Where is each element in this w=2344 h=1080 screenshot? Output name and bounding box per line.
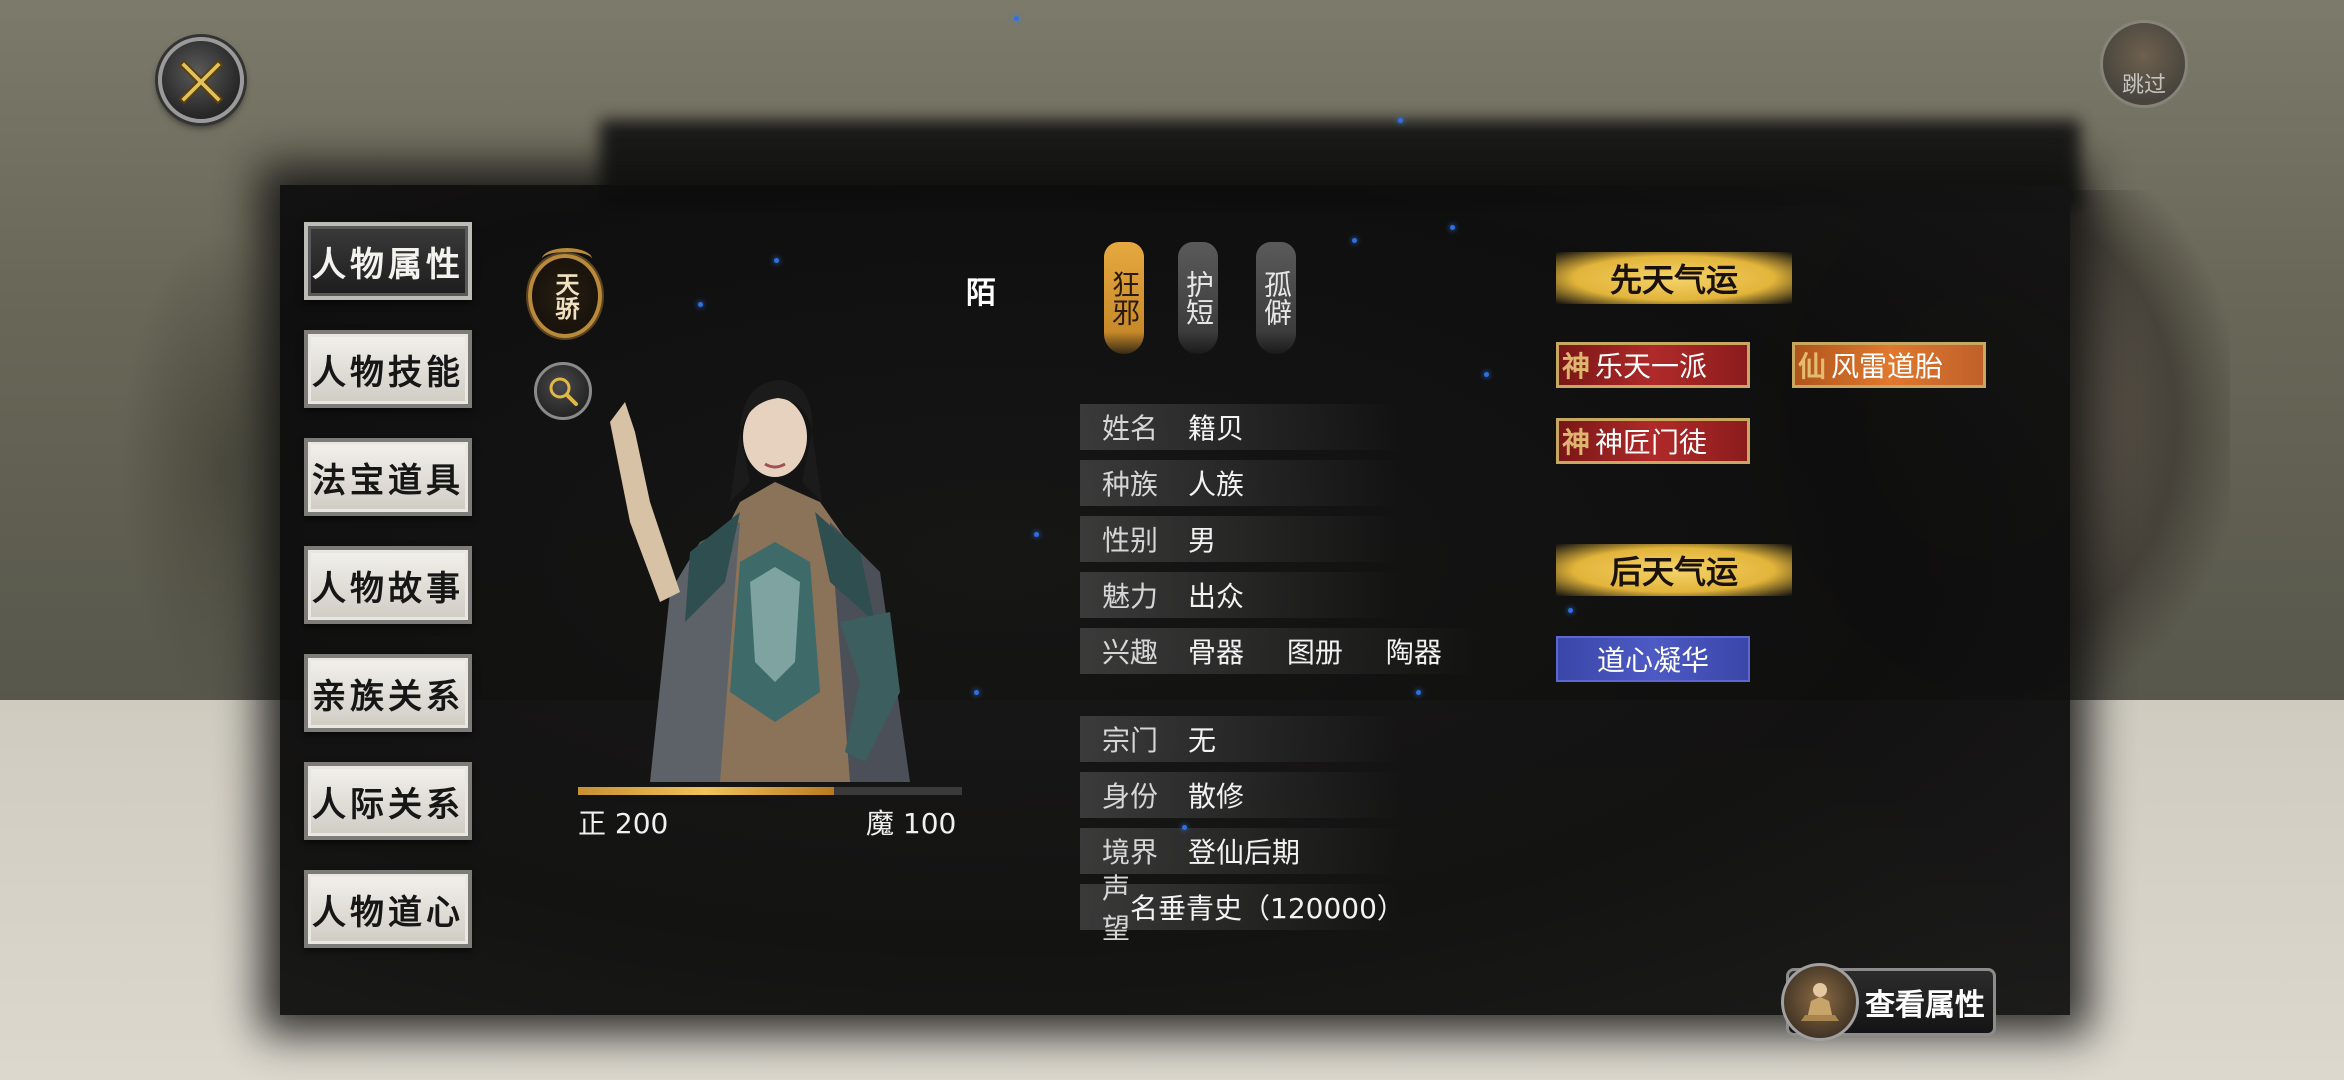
fortune-tag-label: 道心凝华 [1596,644,1709,677]
info-row-interests: 兴趣 骨器 图册 陶器 [1080,628,1480,674]
info-value-race: 人族 [1188,468,1245,501]
sparkle [1568,608,1573,613]
skip-button[interactable]: 跳过 [2100,20,2188,108]
acquired-fortune-title: 后天气运 [1556,544,1792,596]
info-row-race: 种族 人族 [1080,460,1400,506]
sparkle [1352,238,1357,243]
morality-bar-fill [578,787,834,795]
sparkle [1416,690,1421,695]
info-label-interests: 兴趣 [1102,636,1159,669]
info-value-sect: 无 [1188,724,1217,757]
info-row-reputation: 声望 名垂青史（120000） [1080,872,1405,945]
fortune-tag-fenglei[interactable]: 仙 风雷道胎 [1792,342,1986,388]
info-row-identity: 身份 散修 [1080,772,1400,818]
trait-gupi[interactable]: 孤僻 [1256,242,1296,354]
info-value-gender: 男 [1188,524,1217,557]
sparkle [1484,372,1489,377]
info-value-reputation: 名垂青史（120000） [1130,892,1405,925]
info-label-gender: 性别 [1102,524,1159,557]
view-attributes-button[interactable]: 查看属性 [1781,963,1996,1041]
info-value-identity: 散修 [1188,780,1245,813]
morality-bar [578,787,962,795]
info-label-name: 姓名 [1102,412,1159,445]
avatar [1781,963,1859,1041]
menu-family-relations[interactable]: 亲族关系 [304,654,472,732]
info-label-charm: 魅力 [1102,580,1159,613]
fortune-tag-glyph: 神 [1561,426,1590,459]
fortune-tag-letian[interactable]: 神 乐天一派 [1556,342,1750,388]
fortune-tag-shenjiang[interactable]: 神 神匠门徒 [1556,418,1750,464]
close-button[interactable] [158,37,244,123]
menu-character-story[interactable]: 人物故事 [304,546,472,624]
info-label-sect: 宗门 [1102,724,1159,757]
zoom-button[interactable] [534,362,592,420]
view-attributes-label: 查看属性 [1865,988,1985,1023]
sparkle [1398,118,1403,123]
info-label-identity: 身份 [1102,780,1159,813]
meditating-figure-icon [1801,983,1839,1021]
menu-character-attributes[interactable]: 人物属性 [304,222,472,300]
sparkle [1014,16,1019,21]
sparkle [974,690,979,695]
info-label-race: 种族 [1102,468,1159,501]
info-row-charm: 魅力 出众 [1080,572,1400,618]
info-value-interests: 骨器 图册 陶器 [1188,631,1476,671]
fortune-tag-label: 风雷道胎 [1831,350,1944,383]
info-row-sect: 宗门 无 [1080,716,1400,762]
sparkle [1182,825,1187,830]
info-row-name: 姓名 籍贝 [1080,404,1400,450]
innate-fortune-title: 先天气运 [1556,252,1792,304]
menu-social-relations[interactable]: 人际关系 [304,762,472,840]
trait-kuangxie[interactable]: 狂邪 [1104,242,1144,354]
demonic-value: 魔 100 [866,807,957,840]
info-label-realm: 境界 [1102,836,1159,869]
skip-label: 跳过 [2121,73,2166,98]
info-label-reputation: 声望 [1102,872,1131,945]
fortune-tag-glyph: 仙 [1797,350,1826,383]
fortune-tag-label: 神匠门徒 [1595,426,1708,459]
magnifier-icon [549,377,578,406]
menu-character-skills[interactable]: 人物技能 [304,330,472,408]
fortune-tag-daoxin[interactable]: 道心凝华 [1556,636,1750,682]
sparkle [1034,532,1039,537]
info-value-realm: 登仙后期 [1188,836,1301,869]
info-value-name: 籍贝 [1188,412,1245,445]
interest-item: 图册 [1286,636,1343,669]
tianjiao-badge[interactable]: 天骄 [528,248,602,338]
close-icon [178,59,224,105]
fortune-tag-label: 乐天一派 [1595,350,1708,383]
sparkle [774,258,779,263]
righteous-value: 正 200 [578,807,669,840]
interest-item: 骨器 [1188,636,1245,669]
menu-treasures-items[interactable]: 法宝道具 [304,438,472,516]
character-portrait [610,380,910,782]
sparkle [1450,225,1455,230]
info-value-charm: 出众 [1188,580,1245,613]
interest-item: 陶器 [1385,636,1442,669]
info-row-gender: 性别 男 [1080,516,1400,562]
trait-hudan[interactable]: 护短 [1178,242,1218,354]
sparkle [698,302,703,307]
surname-glyph: 陌 [966,276,996,311]
menu-character-daoheart[interactable]: 人物道心 [304,870,472,948]
fortune-tag-glyph: 神 [1561,350,1590,383]
